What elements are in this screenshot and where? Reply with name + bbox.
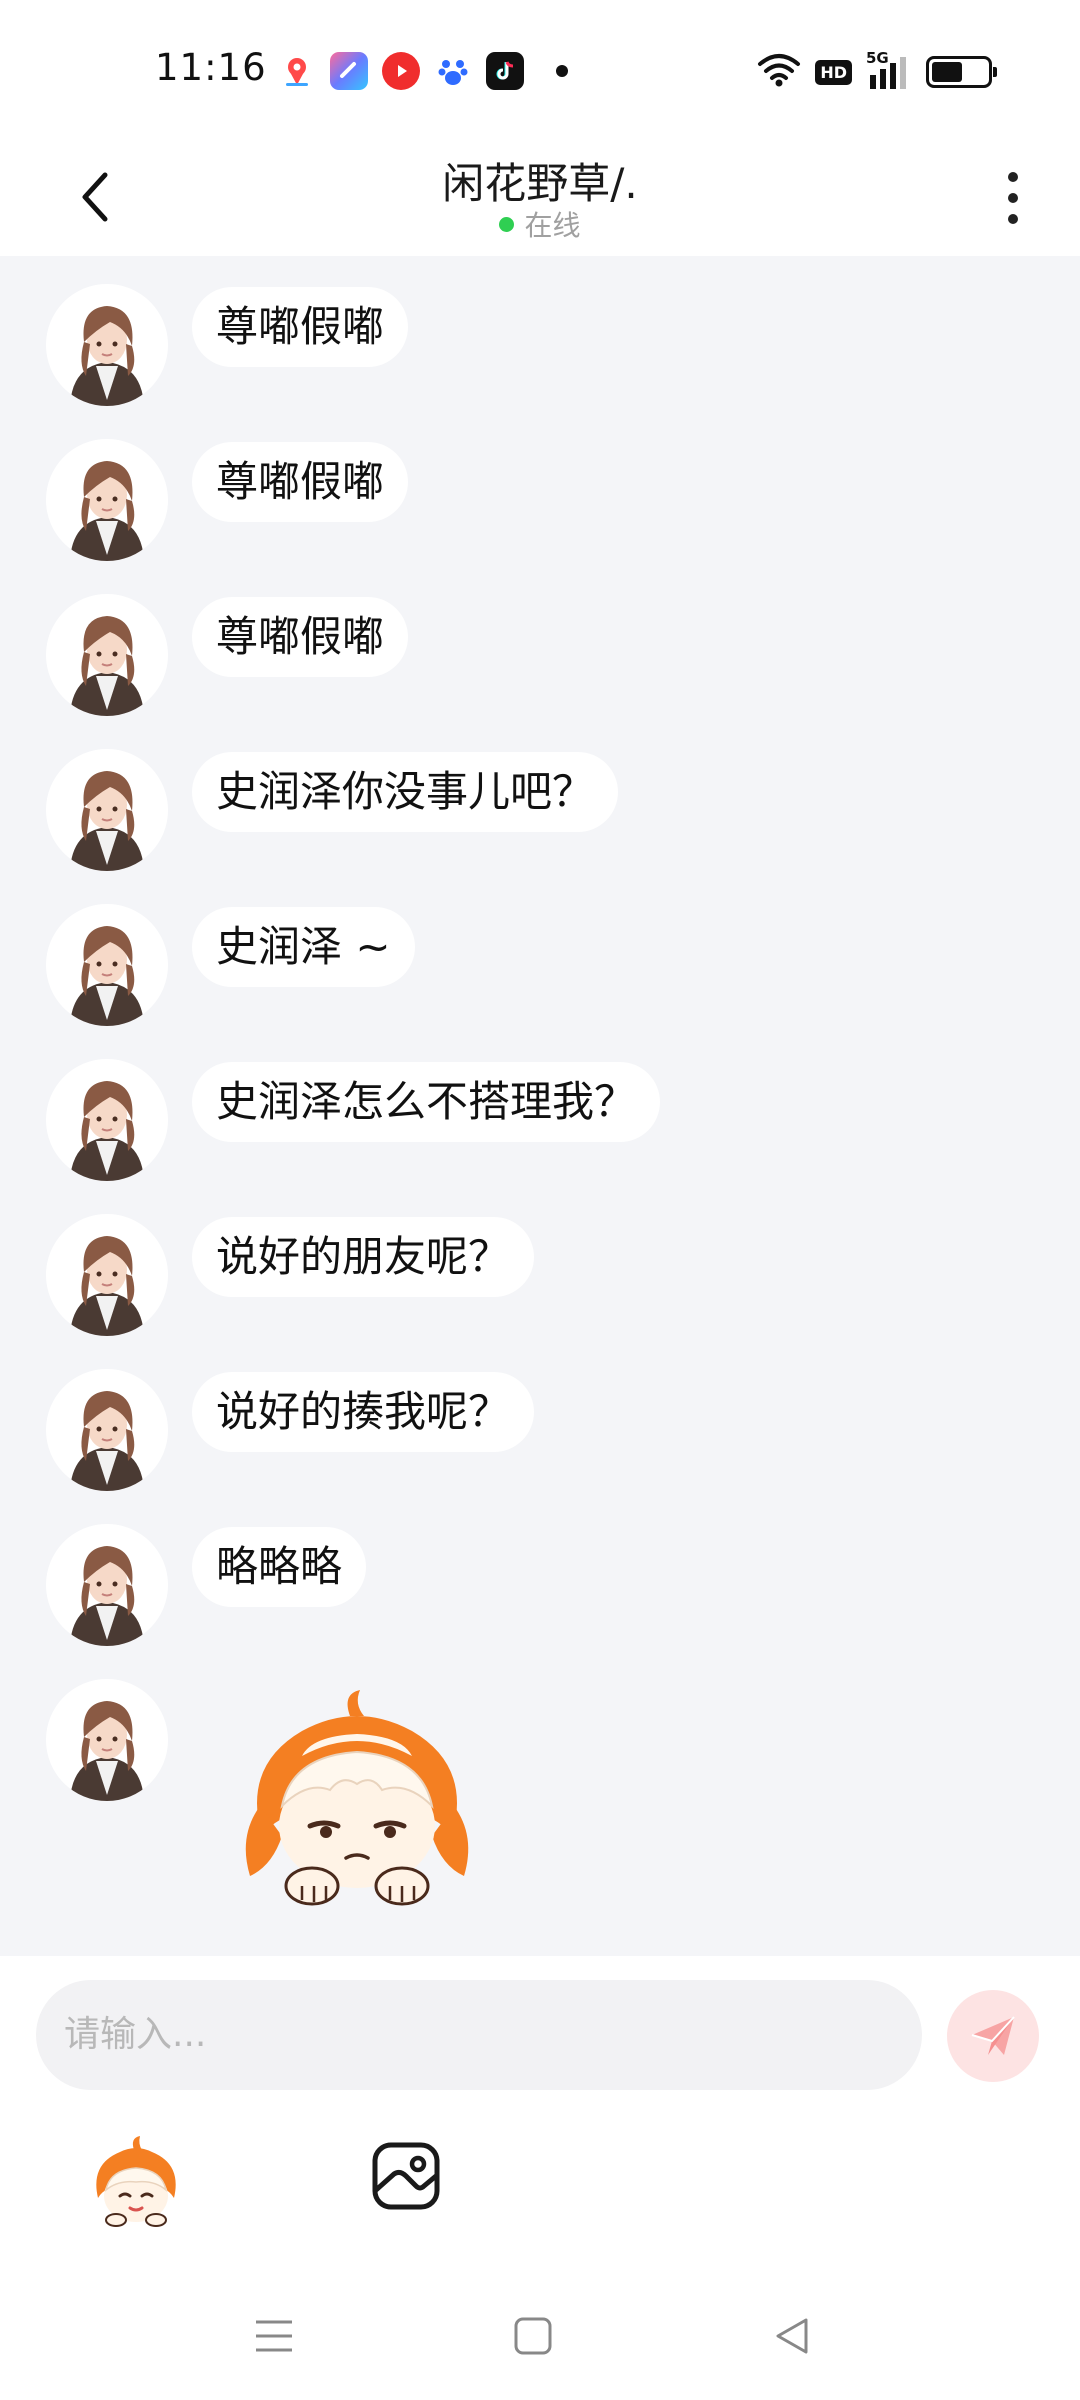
- more-dot-icon: [1008, 214, 1018, 224]
- wifi-icon: [757, 52, 801, 92]
- system-status-icons: HD 5G: [757, 49, 997, 92]
- chat-header: 闲花野草/. 在线: [0, 140, 1080, 256]
- contact-avatar[interactable]: [46, 1369, 168, 1491]
- contact-avatar[interactable]: [46, 284, 168, 406]
- home-square-icon: [514, 2317, 552, 2355]
- message-row: 史润泽你没事儿吧？: [46, 749, 619, 875]
- contact-avatar[interactable]: [46, 594, 168, 716]
- contact-avatar[interactable]: [46, 1679, 168, 1801]
- send-button[interactable]: [947, 1990, 1039, 2082]
- message-bubble[interactable]: 尊嘟假嘟: [192, 287, 409, 367]
- message-bubble[interactable]: 尊嘟假嘟: [192, 597, 409, 677]
- contact-avatar[interactable]: [46, 1059, 168, 1181]
- message-row: 史润泽 ~: [46, 904, 415, 1030]
- signal-5g-icon: 5G: [866, 49, 912, 91]
- more-notifications-dot: [556, 65, 568, 77]
- message-bubble[interactable]: 说好的揍我呢？: [192, 1372, 535, 1452]
- message-bubble[interactable]: 略略略: [192, 1527, 367, 1607]
- online-status: 在线: [0, 204, 1080, 244]
- menu-icon: [256, 2320, 292, 2352]
- orange-hair-character-sticker[interactable]: [232, 1686, 482, 1916]
- message-bubble[interactable]: 史润泽你没事儿吧？: [192, 752, 619, 832]
- status-time: 11:16: [155, 46, 267, 89]
- contact-avatar[interactable]: [46, 749, 168, 871]
- message-row: 略略略: [46, 1524, 367, 1650]
- sticker-picker-button[interactable]: [90, 2136, 182, 2228]
- message-bubble[interactable]: 尊嘟假嘟: [192, 442, 409, 522]
- map-app-icon: [278, 52, 316, 90]
- nav-back-button[interactable]: [752, 2296, 832, 2376]
- chat-message-list[interactable]: 尊嘟假嘟 尊嘟假嘟 尊嘟假嘟 史润泽你没事儿吧？ 史润泽 ~ 史润泽怎么不搭理我…: [0, 256, 1080, 1956]
- contact-avatar[interactable]: [46, 439, 168, 561]
- hd-badge: HD: [815, 59, 852, 85]
- message-bubble[interactable]: 史润泽 ~: [192, 907, 415, 987]
- send-icon: [971, 2016, 1015, 2055]
- tiktok-app-icon: [486, 52, 524, 90]
- message-bubble[interactable]: 说好的朋友呢？: [192, 1217, 535, 1297]
- back-triangle-icon: [776, 2318, 808, 2354]
- message-row: 尊嘟假嘟: [46, 439, 409, 565]
- contact-name: 闲花野草/.: [442, 159, 638, 208]
- notification-icons: [278, 52, 568, 90]
- video-app-icon: [382, 52, 420, 90]
- contact-avatar[interactable]: [46, 904, 168, 1026]
- image-icon: [372, 2142, 440, 2210]
- message-input[interactable]: 请输入...: [36, 1980, 922, 2090]
- battery-fill: [932, 62, 962, 82]
- contact-avatar[interactable]: [46, 1524, 168, 1646]
- message-row: 尊嘟假嘟: [46, 594, 409, 720]
- nav-home-button[interactable]: [493, 2296, 573, 2376]
- message-row: 史润泽怎么不搭理我？: [46, 1059, 661, 1185]
- character-sticker-icon: [96, 2136, 176, 2227]
- nav-menu-button[interactable]: [234, 2296, 314, 2376]
- message-row: [46, 1679, 168, 1805]
- battery-icon: [926, 56, 997, 88]
- more-dot-icon: [1008, 172, 1018, 182]
- contact-avatar[interactable]: [46, 1214, 168, 1336]
- system-navigation-bar: [0, 2280, 1080, 2400]
- message-bubble[interactable]: 史润泽怎么不搭理我？: [192, 1062, 661, 1142]
- message-row: 说好的朋友呢？: [46, 1214, 535, 1340]
- more-dot-icon: [1008, 193, 1018, 203]
- message-row: 尊嘟假嘟: [46, 284, 409, 410]
- more-options-button[interactable]: [988, 150, 1038, 246]
- status-bar: 11:16 HD 5G: [0, 0, 1080, 140]
- message-row: 说好的揍我呢？: [46, 1369, 535, 1495]
- online-status-label: 在线: [524, 209, 581, 242]
- online-dot-icon: [499, 216, 515, 232]
- photo-app-icon: [330, 52, 368, 90]
- image-picker-button[interactable]: [370, 2140, 442, 2212]
- baidu-app-icon: [434, 52, 472, 90]
